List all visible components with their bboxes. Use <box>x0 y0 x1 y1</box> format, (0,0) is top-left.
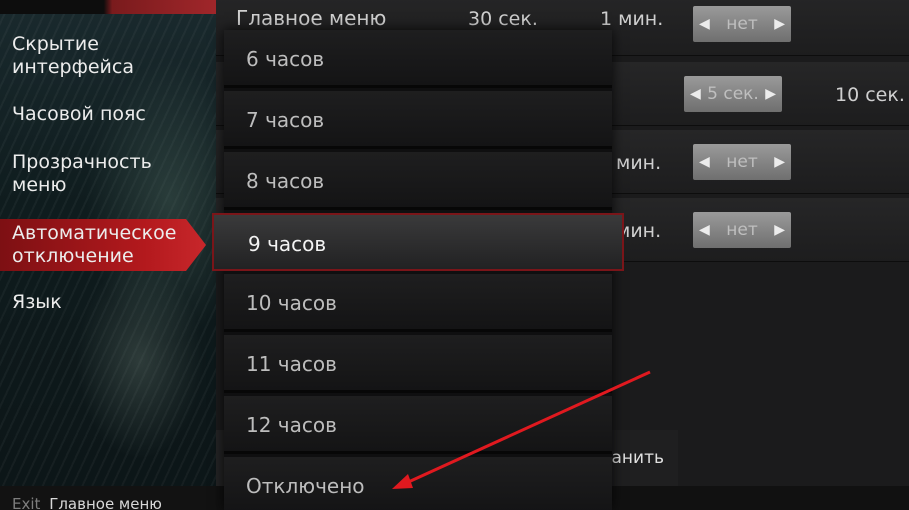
row-value: 10 сек. <box>835 84 905 106</box>
sidebar-item-language[interactable]: Язык <box>0 291 200 314</box>
dropdown-option[interactable]: 6 часов <box>224 30 612 88</box>
sidebar-item-hide-interface[interactable]: Скрытие интерфейса <box>0 33 200 79</box>
sidebar-footer: Exit Главное меню <box>0 486 216 510</box>
value-stepper[interactable]: ◀ нет ▶ <box>693 212 791 248</box>
arrow-left-icon[interactable]: ◀ <box>690 86 701 102</box>
sidebar-item-label: Скрытие интерфейса <box>12 33 134 78</box>
row-value: 30 сек. <box>468 8 538 30</box>
value-stepper[interactable]: ◀ нет ▶ <box>693 6 791 42</box>
arrow-right-icon[interactable]: ▶ <box>774 154 785 170</box>
dropdown-option[interactable]: 11 часов <box>224 335 612 393</box>
exit-hint[interactable]: Exit <box>12 495 40 510</box>
arrow-left-icon[interactable]: ◀ <box>699 154 710 170</box>
dropdown-option-disabled[interactable]: Отключено <box>224 457 612 510</box>
sidebar-top-strip <box>0 0 216 14</box>
sidebar-item-timezone[interactable]: Часовой пояс <box>0 103 200 126</box>
main-menu-hint[interactable]: Главное меню <box>49 495 162 510</box>
row-label: Главное меню <box>236 6 387 30</box>
row-value: мин. <box>616 152 662 174</box>
dropdown-option[interactable]: 10 часов <box>224 274 612 332</box>
arrow-right-icon[interactable]: ▶ <box>765 86 776 102</box>
hours-dropdown-list[interactable]: 6 часов 7 часов 8 часов 9 часов 10 часов… <box>212 30 624 510</box>
arrow-right-icon[interactable]: ▶ <box>774 222 785 238</box>
stepper-value: нет <box>726 220 758 240</box>
sidebar-item-label: Автоматическое отключение <box>12 222 177 267</box>
dropdown-option-selected[interactable]: 9 часов <box>212 213 624 271</box>
stepper-value: нет <box>726 14 758 34</box>
dropdown-option[interactable]: 12 часов <box>224 396 612 454</box>
value-stepper[interactable]: ◀ 5 сек. ▶ <box>684 76 782 112</box>
sidebar-item-menu-transparency[interactable]: Прозрачность меню <box>0 151 200 197</box>
sidebar-item-label: Язык <box>12 291 62 313</box>
sidebar-item-auto-shutdown[interactable]: Автоматическое отключение <box>0 219 206 271</box>
stepper-value: нет <box>726 152 758 172</box>
sidebar-item-label: Прозрачность меню <box>12 151 152 196</box>
sidebar-item-label: Часовой пояс <box>12 103 146 125</box>
arrow-right-icon[interactable]: ▶ <box>774 16 785 32</box>
dropdown-option[interactable]: 8 часов <box>224 152 612 210</box>
dropdown-option[interactable]: 7 часов <box>224 91 612 149</box>
arrow-left-icon[interactable]: ◀ <box>699 16 710 32</box>
sidebar: Скрытие интерфейса Часовой пояс Прозрачн… <box>0 0 216 510</box>
arrow-left-icon[interactable]: ◀ <box>699 222 710 238</box>
stepper-value: 5 сек. <box>707 84 759 104</box>
value-stepper[interactable]: ◀ нет ▶ <box>693 144 791 180</box>
row-value: 1 мин. <box>600 8 664 30</box>
